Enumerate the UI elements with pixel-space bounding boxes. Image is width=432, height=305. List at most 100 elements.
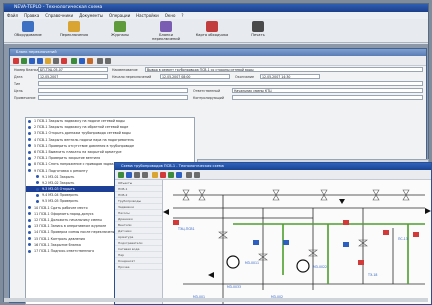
object-list: Объекты ПСВ-1 ПСВ-2 Трубопроводы Задвижки Нас… [115, 180, 163, 304]
pump-icon [226, 255, 240, 269]
tree-row-label: 6 ПСВ-1 Вывесить плакаты на закрытой арм… [34, 149, 122, 154]
menu-item-5[interactable]: Настройки [136, 13, 159, 18]
menu-item-3[interactable]: Документы [79, 13, 103, 18]
filter-icon[interactable] [97, 58, 103, 64]
menu-item-2[interactable]: Справочники [45, 13, 73, 18]
menu-item-7[interactable]: ? [181, 13, 183, 18]
start-field[interactable]: 12.05.2007 08:00 [160, 74, 230, 79]
menu-item-6[interactable]: Окно [165, 13, 176, 18]
object-label: Наименование [112, 68, 138, 72]
toolbar-button-2[interactable]: Журналы [102, 21, 138, 37]
search-icon[interactable] [105, 58, 111, 64]
close-icon[interactable] [61, 58, 67, 64]
tree-row-label: 3 ПСВ-1 Открыть дренажи трубопровода сет… [34, 131, 131, 136]
node-icon [28, 237, 31, 241]
toolbar-button-5[interactable]: Печать [240, 21, 276, 37]
zoom-in-icon[interactable] [134, 172, 140, 178]
document-toolbar [10, 56, 426, 66]
tree-row-label: 9 ПСВ-1 Подготовка к ремонту [34, 168, 88, 173]
pump-icon[interactable] [176, 172, 182, 178]
toolbar-button-label: Печать [251, 33, 265, 37]
delete-icon[interactable] [13, 58, 19, 64]
toolbar-button-1[interactable]: Переключения [56, 21, 92, 37]
switch-icon [68, 21, 80, 32]
node-icon [28, 125, 31, 129]
map-icon [206, 21, 218, 32]
status-bar [4, 298, 428, 302]
print-icon[interactable] [87, 58, 93, 64]
label-m2: МЗ-0022 [313, 265, 327, 269]
toolbar-button-4[interactable]: Карта обходчика [194, 21, 230, 37]
tree-row-label: 12 ПСВ-1 Доложить начальнику смены [34, 218, 102, 222]
control-field[interactable] [232, 95, 423, 100]
date-label: Дата [14, 75, 23, 79]
check-icon[interactable] [21, 58, 27, 64]
tree-row-label: 13 ПСВ-1 Запись в оперативном журнале [34, 224, 107, 229]
node-icon [28, 144, 31, 148]
pipe-icon[interactable] [168, 172, 174, 178]
date-field[interactable]: 12.05.2007 [38, 74, 108, 79]
flow-arrow-icon [163, 209, 169, 215]
type-field[interactable] [38, 81, 423, 86]
node-icon [28, 138, 31, 142]
app-title-bar: NEVA-TEPLO - Технологическая схема [4, 4, 428, 12]
menu-item-1[interactable]: Правка [24, 13, 39, 18]
node-icon [28, 212, 31, 216]
node-icon [28, 119, 31, 123]
menu-item-0[interactable]: Файл [7, 13, 18, 18]
node-icon [28, 224, 31, 228]
goal-label: Цель [14, 89, 23, 93]
form-icon [160, 21, 172, 32]
object-field[interactable]: Вывод в ремонт трубопровода ПСВ-1 со сто… [145, 67, 423, 72]
node-icon [36, 175, 39, 179]
tree-row-label: 9.5 МЗ-05 Проверить [42, 199, 79, 204]
help-icon[interactable] [194, 172, 200, 178]
zoom-out-icon[interactable] [142, 172, 148, 178]
save-icon[interactable] [29, 58, 35, 64]
print-icon[interactable] [186, 172, 192, 178]
toolbar-button-0[interactable]: Оборудование [10, 21, 46, 37]
toolbar-button-label: Бланки переключений [152, 33, 180, 41]
main-toolbar: Оборудование Переключения Журналы Бланки пе… [4, 19, 428, 43]
tree-row-label: 11 ПСВ-1 Оформить наряд-допуск [34, 211, 94, 216]
number-field[interactable]: БП-ТЭЦ-05-07 [38, 67, 108, 72]
node-icon [36, 193, 39, 197]
label-m8: ТЭЦ-ПСВ1 [177, 227, 195, 231]
schematic-window: Схема трубопроводов ПСВ-1 - Технологичес… [114, 162, 432, 305]
tree-row-label: 9.3 МЗ-03 Открыть [42, 187, 75, 192]
folder-icon[interactable] [45, 58, 51, 64]
toolbar-button-label: Журналы [111, 33, 129, 37]
tree-row-label: 9.4 МЗ-04 Проверить [42, 193, 79, 198]
valve-icon[interactable] [160, 172, 166, 178]
node-icon [28, 131, 31, 135]
end-label: Окончание [235, 75, 255, 79]
note-field[interactable] [38, 95, 188, 100]
schematic-toolbar [115, 170, 431, 180]
end-field[interactable]: 12.05.2007 14:30 [260, 74, 320, 79]
toolbar-button-label: Карта обходчика [195, 33, 229, 37]
node-icon [28, 169, 31, 173]
label-m7: ПС-13 [398, 237, 408, 241]
toolbar-button-3[interactable]: Бланки переключений [148, 21, 184, 41]
resp-field[interactable]: Начальник смены КТЦ [232, 88, 423, 93]
goal-field[interactable] [38, 88, 188, 93]
note-label: Примечание [14, 96, 36, 100]
check-icon[interactable] [118, 172, 124, 178]
label-m6: ТЭ-18 [367, 273, 377, 277]
equipment-icon [22, 21, 34, 32]
add-icon[interactable] [71, 58, 77, 64]
menu-item-4[interactable]: Операции [109, 13, 130, 18]
object-list-item[interactable]: Прочее [115, 264, 162, 270]
tree-row-label: 14 ПСВ-1 Проверка схемы после переключен… [34, 230, 118, 235]
node-icon [28, 206, 31, 210]
schematic-drawing: МЗ-0011 МЗ-0022 МЗ-0033 МЗ-001 МЗ-002 ТЭ… [163, 189, 431, 304]
label-m1: МЗ-0011 [245, 261, 259, 265]
control-label: Контролирующий [193, 96, 225, 100]
open-icon[interactable] [37, 58, 43, 64]
save-icon[interactable] [126, 172, 132, 178]
copy-icon[interactable] [53, 58, 59, 64]
edit-icon[interactable] [79, 58, 85, 64]
flow-arrow-icon [425, 208, 431, 214]
node-icon [36, 181, 39, 185]
layer-icon[interactable] [152, 172, 158, 178]
